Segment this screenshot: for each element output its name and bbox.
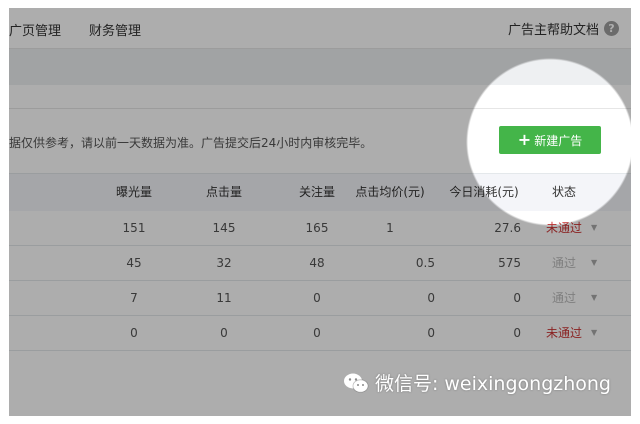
status-badge: 未通过 [545, 221, 582, 235]
help-docs-label: 广告主帮助文档 [507, 23, 599, 38]
chevron-down-icon[interactable]: ▼ [591, 316, 597, 350]
cell-clicks: 0 [220, 326, 228, 340]
cell-clicks: 32 [216, 256, 232, 270]
new-ad-button[interactable]: + 新建广告 [499, 126, 601, 154]
column-header-impressions: 曝光量 [115, 185, 152, 199]
help-docs-link[interactable]: 广告主帮助文档 ? [508, 19, 619, 38]
cell-impressions: 45 [126, 256, 142, 270]
screenshot-frame: 广页管理 财务管理 广告主帮助文档 ? 据仅供参考，请以前一天数据为准。广告提交… [9, 8, 631, 416]
cell-follows: 165 [305, 221, 329, 235]
new-ad-button-label: 新建广告 [534, 133, 583, 148]
data-notice-text: 据仅供参考，请以前一天数据为准。广告提交后24小时内审核完毕。 [9, 136, 373, 150]
column-header-follows: 关注量 [298, 185, 335, 199]
cell-avg-cpc: 1 [386, 221, 394, 235]
nav-item-finance[interactable]: 财务管理 [89, 20, 141, 39]
chevron-down-icon[interactable]: ▼ [591, 246, 597, 280]
chevron-down-icon[interactable]: ▼ [591, 211, 597, 245]
nav-item-ad-management[interactable]: 广页管理 [9, 20, 61, 39]
column-header-clicks: 点击量 [205, 185, 242, 199]
cell-follows: 48 [309, 256, 325, 270]
watermark-text: 微信号: weixingongzhong [374, 373, 611, 395]
cell-clicks: 11 [216, 291, 232, 305]
plus-icon: + [517, 130, 532, 149]
cell-clicks: 145 [212, 221, 236, 235]
status-badge: 未通过 [545, 326, 582, 340]
cell-avg-cpc: 0 [427, 326, 435, 340]
cell-avg-cpc: 0.5 [415, 256, 435, 270]
status-badge: 通过 [551, 256, 576, 270]
table-row[interactable]: 45 32 48 0.5 575 通过 ▼ [9, 246, 631, 281]
column-header-status: 状态 [551, 185, 576, 199]
table-row[interactable]: 151 145 165 1 27.6 未通过 ▼ [9, 211, 631, 246]
column-header-avg-cpc: 点击均价(元) [355, 185, 425, 199]
cell-follows: 0 [313, 326, 321, 340]
cell-impressions: 7 [130, 291, 138, 305]
section-divider [9, 108, 631, 109]
chevron-down-icon[interactable]: ▼ [591, 281, 597, 315]
cell-avg-cpc: 0 [427, 291, 435, 305]
cell-today-spend: 0 [513, 291, 521, 305]
question-circle-icon: ? [604, 21, 619, 36]
watermark: 微信号: weixingongzhong [343, 369, 611, 396]
sub-header-bar [9, 49, 631, 85]
table-row[interactable]: 7 11 0 0 0 通过 ▼ [9, 281, 631, 316]
wechat-logo-icon [343, 373, 369, 393]
table-header: 曝光量 点击量 关注量 点击均价(元) 今日消耗(元) 状态 [9, 173, 631, 212]
cell-follows: 0 [313, 291, 321, 305]
cell-impressions: 0 [130, 326, 138, 340]
cell-today-spend: 575 [498, 256, 521, 270]
cell-today-spend: 27.6 [494, 221, 521, 235]
status-badge: 通过 [551, 291, 576, 305]
table-row[interactable]: 0 0 0 0 0 未通过 ▼ [9, 316, 631, 351]
cell-today-spend: 0 [513, 326, 521, 340]
cell-impressions: 151 [122, 221, 146, 235]
column-header-today-spend: 今日消耗(元) [449, 185, 519, 199]
top-navigation: 广页管理 财务管理 广告主帮助文档 ? [9, 8, 631, 49]
